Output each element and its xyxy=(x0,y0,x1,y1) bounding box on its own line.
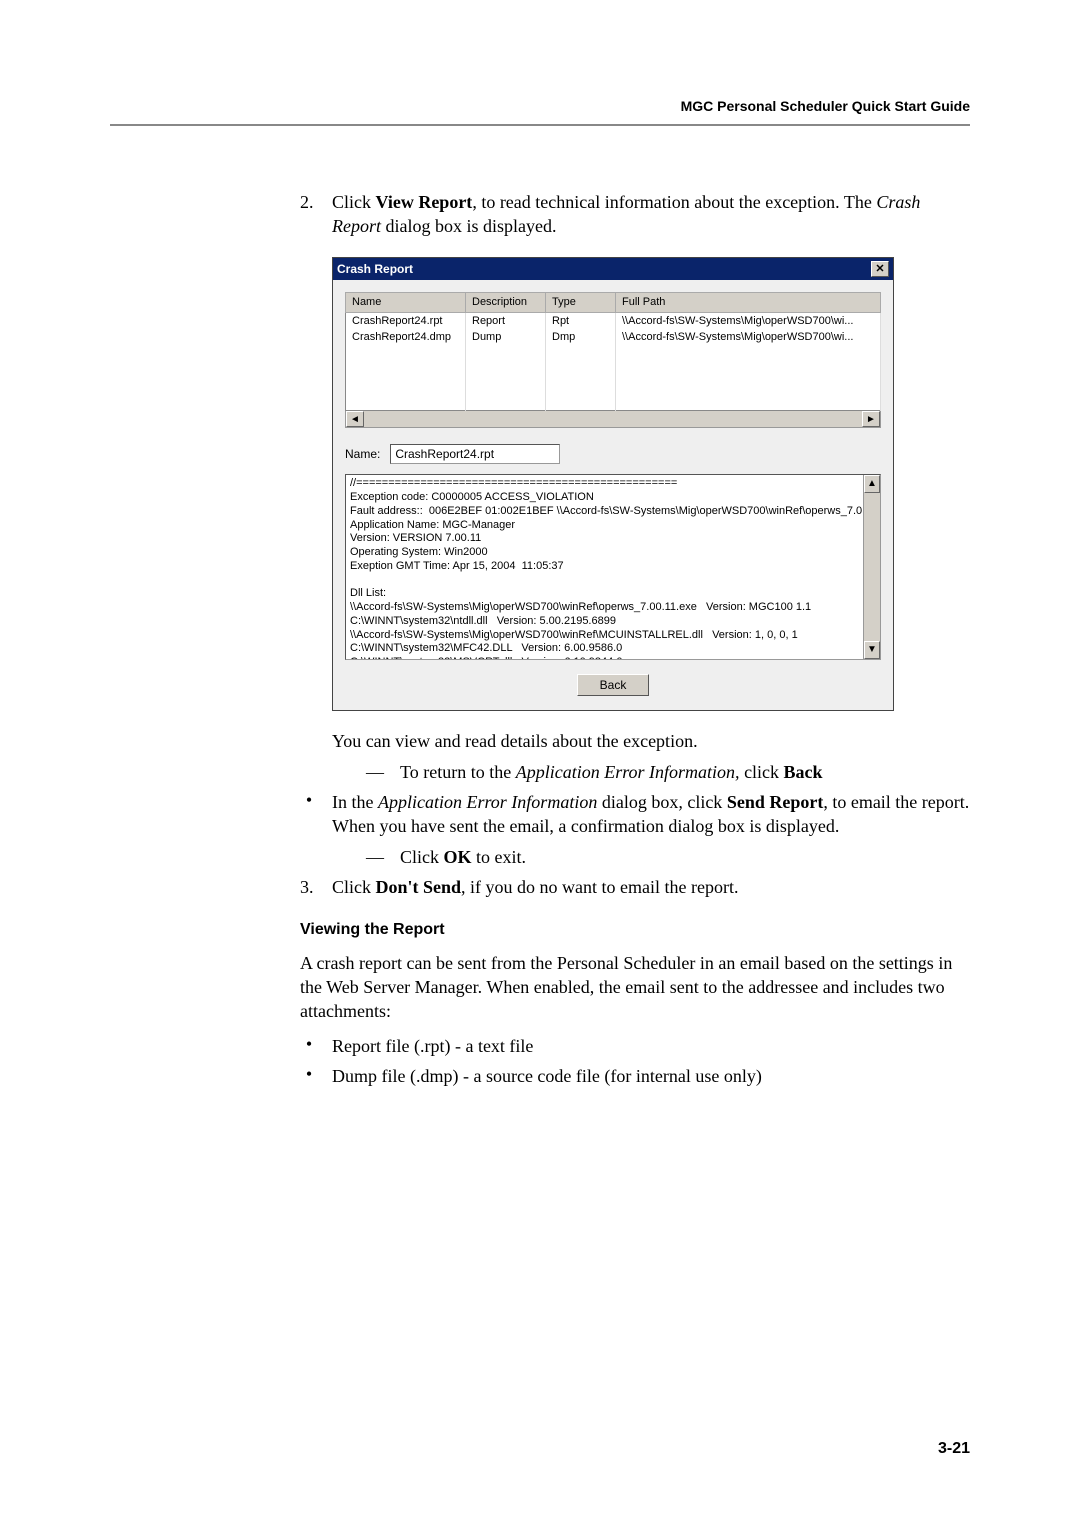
t: click xyxy=(740,762,784,782)
step-2-text: Click View Report, to read technical inf… xyxy=(332,190,970,239)
em-dash: — xyxy=(364,845,386,869)
ok-word: OK xyxy=(444,847,472,867)
dialog-titlebar: Crash Report ✕ xyxy=(333,258,893,280)
step-3-number: 3. xyxy=(300,875,332,899)
t: Click xyxy=(400,847,444,867)
name-input[interactable] xyxy=(390,444,560,464)
close-icon[interactable]: ✕ xyxy=(871,261,889,277)
t: , if you do no want to email the report. xyxy=(461,877,738,897)
listview-hscrollbar[interactable]: ◄ ► xyxy=(345,411,881,428)
crash-report-dialog: Crash Report ✕ Name Description Type Ful… xyxy=(332,257,894,712)
cell: CrashReport24.rpt xyxy=(346,312,466,329)
header-divider xyxy=(110,124,970,126)
t: Click xyxy=(332,877,376,897)
cell: Dmp xyxy=(546,329,616,346)
table-row[interactable]: CrashReport24.rpt Report Rpt \\Accord-fs… xyxy=(346,312,881,329)
bullet-line2: When you have sent the email, a confirma… xyxy=(332,814,969,838)
step2-t3: dialog box is displayed. xyxy=(381,216,556,236)
col-description[interactable]: Description xyxy=(466,292,546,312)
dash-text-2: Click OK to exit. xyxy=(400,845,526,869)
scroll-left-icon[interactable]: ◄ xyxy=(346,411,364,427)
report-vscrollbar[interactable]: ▲▼ xyxy=(863,475,880,659)
bullet-dot: • xyxy=(300,1064,318,1088)
step-3: 3. Click Don't Send, if you do no want t… xyxy=(300,875,970,899)
scroll-down-icon[interactable]: ▼ xyxy=(864,641,880,659)
viewing-report-heading: Viewing the Report xyxy=(300,919,970,941)
t: dialog box xyxy=(597,792,678,812)
bullet-send-report: In the Application Error Information dia… xyxy=(332,790,969,839)
t: In the xyxy=(332,792,378,812)
cell: CrashReport24.dmp xyxy=(346,329,466,346)
table-row[interactable]: CrashReport24.dmp Dump Dmp \\Accord-fs\S… xyxy=(346,329,881,346)
t: To return to the xyxy=(400,762,516,782)
dash-text-1: To return to the Application Error Infor… xyxy=(400,760,823,784)
step-2-number: 2. xyxy=(300,190,332,239)
col-name[interactable]: Name xyxy=(346,292,466,312)
step-3-text: Click Don't Send, if you do no want to e… xyxy=(332,875,970,899)
name-label: Name: xyxy=(345,446,380,462)
bullet-dot: • xyxy=(300,790,318,839)
bullet-rpt: Report file (.rpt) - a text file xyxy=(332,1034,533,1058)
file-listview[interactable]: Name Description Type Full Path CrashRep… xyxy=(345,292,881,412)
back-word: Back xyxy=(784,762,823,782)
app-error-info: Application Error Information, xyxy=(516,762,740,782)
listview-header: Name Description Type Full Path xyxy=(346,292,881,312)
dont-send-word: Don't Send xyxy=(376,877,462,897)
table-row xyxy=(346,346,881,362)
col-full-path[interactable]: Full Path xyxy=(616,292,881,312)
cell: \\Accord-fs\SW-Systems\Mig\operWSD700\wi… xyxy=(616,329,881,346)
col-type[interactable]: Type xyxy=(546,292,616,312)
scroll-up-icon[interactable]: ▲ xyxy=(864,475,880,493)
bullet-dmp: Dump file (.dmp) - a source code file (f… xyxy=(332,1064,762,1088)
back-button[interactable]: Back xyxy=(577,674,650,696)
app-error-info-2: Application Error Information xyxy=(378,792,597,812)
table-row xyxy=(346,362,881,378)
scroll-track[interactable] xyxy=(364,411,862,427)
dialog-title: Crash Report xyxy=(337,261,413,277)
cell: Rpt xyxy=(546,312,616,329)
t: , to email the report. xyxy=(823,792,969,812)
t: click xyxy=(683,792,727,812)
page-number: 3-21 xyxy=(938,1440,970,1458)
step2-t2: , to read technical information about th… xyxy=(472,192,876,212)
bullet-dot: • xyxy=(300,1034,318,1058)
send-report-word: Send Report xyxy=(727,792,824,812)
report-textarea[interactable]: //======================================… xyxy=(345,474,881,660)
scroll-right-icon[interactable]: ► xyxy=(862,411,880,427)
cell: Dump xyxy=(466,329,546,346)
header-guide-title: MGC Personal Scheduler Quick Start Guide xyxy=(681,98,970,114)
cell: \\Accord-fs\SW-Systems\Mig\operWSD700\wi… xyxy=(616,312,881,329)
em-dash: — xyxy=(364,760,386,784)
cell: Report xyxy=(466,312,546,329)
step-2: 2. Click View Report, to read technical … xyxy=(300,190,970,239)
viewing-report-para: A crash report can be sent from the Pers… xyxy=(300,951,970,1024)
t: to exit. xyxy=(472,847,527,867)
step2-t1: Click xyxy=(332,192,376,212)
scroll-track[interactable] xyxy=(864,493,880,641)
step2-view-report: View Report xyxy=(376,192,473,212)
table-row xyxy=(346,378,881,394)
table-row xyxy=(346,394,881,411)
report-text: //======================================… xyxy=(350,477,862,660)
after-para1: You can view and read details about the … xyxy=(332,729,970,753)
